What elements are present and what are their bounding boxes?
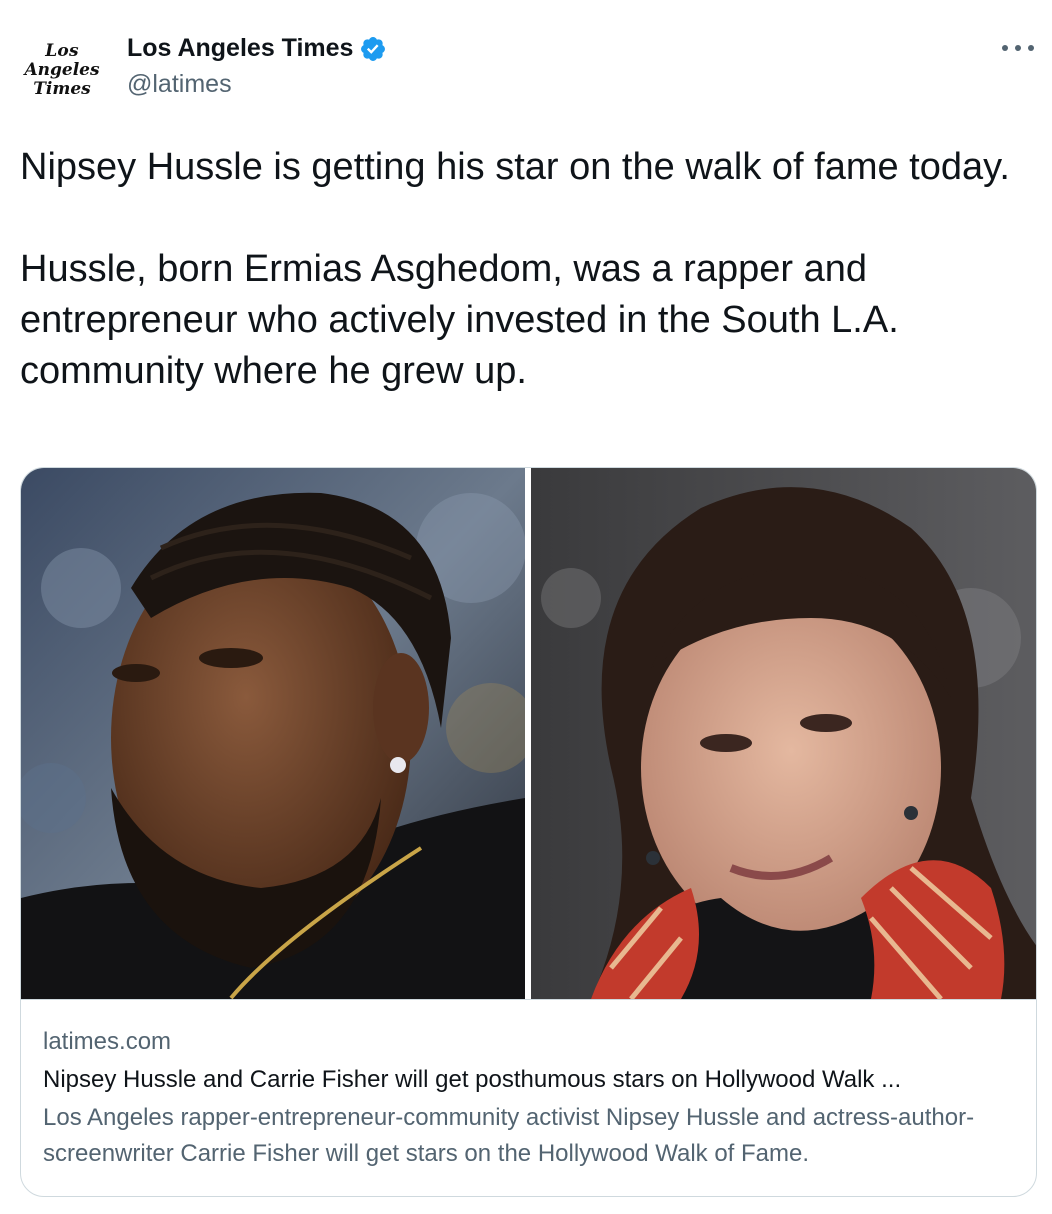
card-domain: latimes.com xyxy=(43,1028,172,1055)
author-avatar[interactable]: Los Angeles Times xyxy=(20,28,104,112)
avatar-logo-line-2: Angeles xyxy=(24,59,100,80)
author-display-name[interactable]: Los Angeles Times xyxy=(127,34,353,63)
card-divider xyxy=(21,999,1036,1000)
more-dot xyxy=(1028,45,1034,51)
more-options-icon[interactable] xyxy=(1002,36,1034,60)
card-meta[interactable]: latimes.com Nipsey Hussle and Carrie Fis… xyxy=(43,1025,1018,1172)
tweet-header: Los Angeles Times Los Angeles Times @lat… xyxy=(0,0,1052,120)
author-name-row[interactable]: Los Angeles Times xyxy=(127,34,387,63)
card-images[interactable] xyxy=(21,468,1036,999)
photo-carrie-fisher[interactable] xyxy=(531,468,1036,999)
card-description: Los Angeles rapper-entrepreneur-communit… xyxy=(43,1104,975,1167)
card-title[interactable]: Nipsey Hussle and Carrie Fisher will get… xyxy=(43,1061,1018,1099)
tweet-paragraph-1: Nipsey Hussle is getting his star on the… xyxy=(20,146,1010,188)
verified-badge-icon xyxy=(359,35,387,63)
tweet-paragraph-2: Hussle, born Ermias Asghedom, was a rapp… xyxy=(20,248,899,392)
photo-nipsey-hussle[interactable] xyxy=(21,468,525,999)
more-dot xyxy=(1002,45,1008,51)
avatar-logo-line-3: Times xyxy=(33,78,91,99)
more-dot xyxy=(1015,45,1021,51)
author-handle[interactable]: @latimes xyxy=(127,70,232,99)
avatar-logo-line-1: Los xyxy=(45,40,79,61)
tweet-text: Nipsey Hussle is getting his star on the… xyxy=(20,142,1030,397)
link-card[interactable]: latimes.com Nipsey Hussle and Carrie Fis… xyxy=(20,467,1037,1197)
